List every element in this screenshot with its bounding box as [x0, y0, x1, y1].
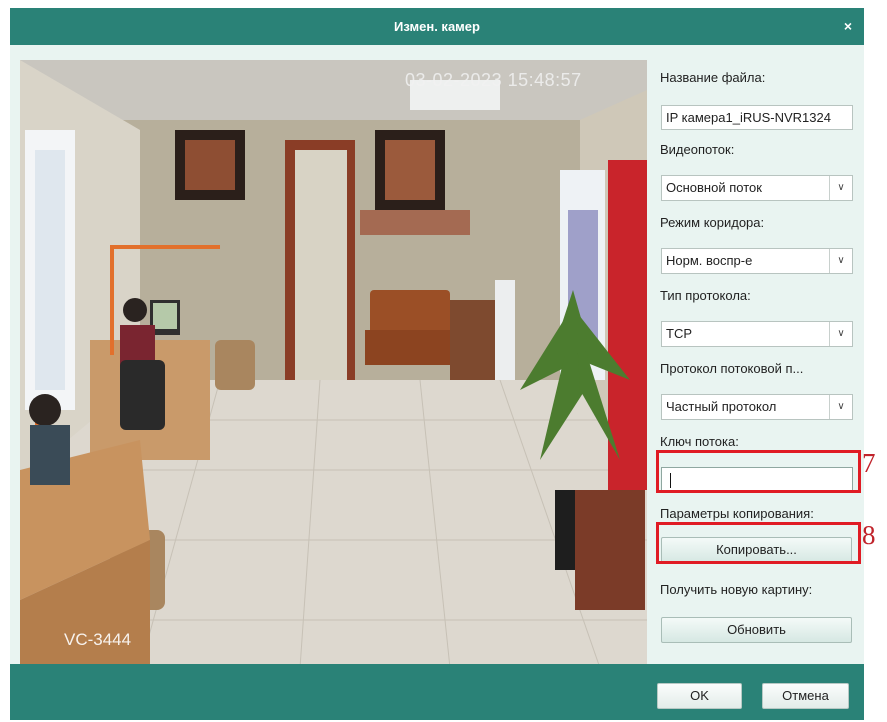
chevron-down-icon[interactable]: ∨: [829, 249, 852, 273]
camera-scene-picture: [20, 60, 647, 668]
stream-label: Видеопоток:: [660, 142, 735, 157]
cancel-button[interactable]: Отмена: [762, 683, 849, 709]
protocol-label: Тип протокола:: [660, 288, 751, 303]
filename-input[interactable]: IP камера1_iRUS-NVR1324: [661, 105, 853, 130]
chevron-down-icon[interactable]: ∨: [829, 176, 852, 200]
camera-preview-image: 03-02-2023 15:48:57 VC-3444: [20, 60, 647, 668]
dialog-footer: OK Отмена: [10, 664, 864, 720]
stream-select-value: Основной поток: [666, 180, 762, 195]
dialog-title: Измен. камер: [394, 19, 480, 34]
annotation-number-8: 8: [862, 520, 876, 550]
ok-button[interactable]: OK: [657, 683, 742, 709]
new-picture-label: Получить новую картину:: [660, 582, 813, 597]
close-icon[interactable]: ×: [844, 8, 852, 45]
timestamp-overlay: 03-02-2023 15:48:57: [405, 70, 582, 90]
corridor-select-value: Норм. воспр-е: [666, 253, 753, 268]
channel-overlay: VC-3444: [64, 630, 132, 649]
stream-select[interactable]: Основной поток ∨: [661, 175, 853, 201]
protocol-select[interactable]: TCP ∨: [661, 321, 853, 347]
dialog-titlebar: Измен. камер ×: [10, 8, 864, 45]
stream-protocol-select-value: Частный протокол: [666, 399, 777, 414]
chevron-down-icon[interactable]: ∨: [829, 395, 852, 419]
stream-key-label: Ключ потока:: [660, 434, 739, 449]
annotation-box-8: [656, 522, 861, 564]
annotation-box-7: [656, 450, 861, 493]
stream-protocol-label: Протокол потоковой п...: [660, 361, 804, 376]
edit-camera-dialog: Измен. камер × 03-02-2023 15:48:57 VC-34…: [10, 8, 864, 720]
stream-protocol-select[interactable]: Частный протокол ∨: [661, 394, 853, 420]
filename-label: Название файла:: [660, 70, 766, 85]
annotation-number-7: 7: [862, 448, 876, 478]
protocol-select-value: TCP: [666, 326, 692, 341]
chevron-down-icon[interactable]: ∨: [829, 322, 852, 346]
corridor-select[interactable]: Норм. воспр-е ∨: [661, 248, 853, 274]
copy-params-label: Параметры копирования:: [660, 506, 814, 521]
corridor-label: Режим коридора:: [660, 215, 765, 230]
refresh-button[interactable]: Обновить: [661, 617, 852, 643]
